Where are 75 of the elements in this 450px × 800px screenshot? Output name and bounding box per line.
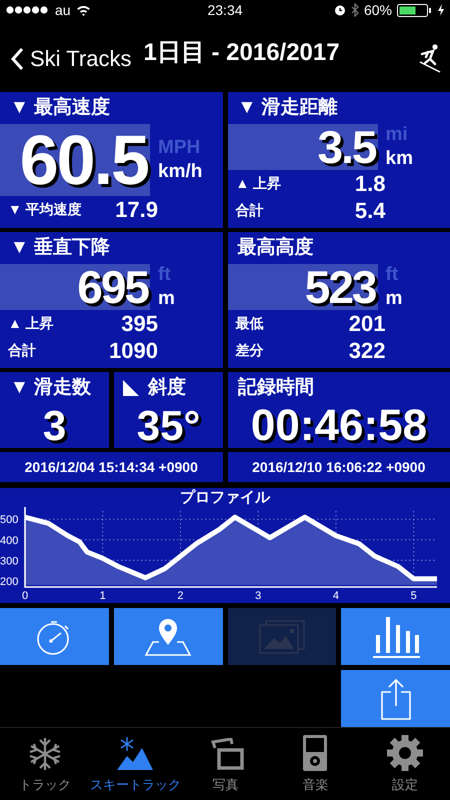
stat-value: 17.9 [114, 197, 158, 223]
battery-percent: 60% [364, 2, 392, 18]
share-button[interactable] [341, 670, 450, 727]
stat-value: 3.5 [318, 124, 376, 170]
stat-value: 1.8 [354, 170, 386, 196]
timestamp: 2016/12/04 15:14:34 +0900 [0, 452, 222, 482]
carrier-name: au [55, 2, 71, 18]
action-button[interactable] [0, 608, 109, 665]
axis-label: 400 [0, 534, 18, 547]
tab[interactable]: 音楽 [270, 728, 360, 800]
axis-label: 3 [255, 590, 262, 602]
chart-title: プロファイル [180, 488, 270, 507]
tab[interactable]: 写真 [180, 728, 270, 800]
panel-title: ▼ 滑走数 [9, 376, 92, 400]
axis-label: 1 [100, 590, 106, 602]
action-button[interactable] [341, 608, 450, 665]
stat-label: 合計 [234, 202, 264, 220]
unit-label[interactable]: m [158, 288, 175, 310]
stat-value: 395 [120, 310, 158, 336]
music-player-icon [302, 734, 328, 772]
stat-value: 523 [304, 264, 376, 310]
share-icon [380, 678, 412, 720]
stat-label: 差分 [234, 342, 264, 360]
axis-label: 0 [22, 590, 28, 602]
stat-label: ▲ 上昇 [7, 314, 55, 332]
stat-value: 35° [136, 404, 202, 448]
panel-title: ▼ 最高速度 [9, 96, 112, 120]
bluetooth-icon [350, 3, 359, 17]
stat-value: 695 [77, 264, 148, 310]
battery-icon [397, 4, 433, 16]
unit-label[interactable]: km/h [158, 161, 202, 183]
tab[interactable]: トラック [0, 728, 90, 800]
panel-title: ▼ 滑走距離 [236, 96, 339, 120]
panel-title: 記録時間 [236, 376, 314, 400]
wifi-icon [76, 4, 91, 16]
axis-label: 4 [332, 590, 339, 602]
axis-label: 200 [0, 576, 18, 588]
stat-label: ▲ 上昇 [234, 174, 282, 192]
stat-value: 322 [348, 338, 386, 364]
unit-label[interactable]: m [386, 288, 402, 310]
stat-value: 60.5 [20, 125, 148, 195]
snowflake-icon [26, 736, 63, 772]
back-button[interactable]: Ski Tracks [10, 46, 132, 72]
map-pin-icon [144, 616, 192, 656]
stat-label: ▼ 平均速度 [7, 201, 83, 219]
charging-icon [438, 4, 444, 16]
panel-title: 斜度 [146, 376, 186, 400]
stat-value: 201 [348, 310, 386, 336]
signal-icon [6, 6, 50, 14]
clock-time: 23:34 [207, 2, 243, 18]
axis-label: 5 [410, 590, 417, 602]
bar-chart-icon [370, 614, 421, 658]
snowflake-mountain-icon [115, 736, 156, 772]
stat-label: 合計 [7, 342, 37, 360]
settings-icon [386, 734, 424, 772]
unit-label[interactable]: km [386, 148, 413, 170]
timestamp: 2016/12/10 16:06:22 +0900 [228, 452, 450, 482]
alarm-icon [334, 4, 346, 16]
stat-value: 1090 [108, 338, 158, 364]
stat-value: 5.4 [354, 198, 386, 224]
action-button[interactable] [114, 608, 222, 665]
axis-label: 300 [0, 555, 18, 568]
tab[interactable]: 設定 [360, 728, 450, 800]
stat-value: 3 [42, 404, 68, 448]
slope-icon [122, 379, 140, 397]
tab[interactable]: スキートラック [90, 728, 181, 800]
stat-label: 最低 [234, 314, 264, 332]
axis-label: 500 [0, 514, 18, 526]
panel-title: ▼ 垂直下降 [9, 236, 112, 260]
axis-label: 2 [177, 590, 184, 602]
nav-title: 1日目 - 2016/2017 [143, 38, 340, 68]
photos-icon [258, 618, 306, 654]
panel-title: 最高高度 [236, 236, 314, 260]
chevron-left-icon [10, 47, 24, 71]
stat-value: 00:46:58 [250, 404, 428, 448]
